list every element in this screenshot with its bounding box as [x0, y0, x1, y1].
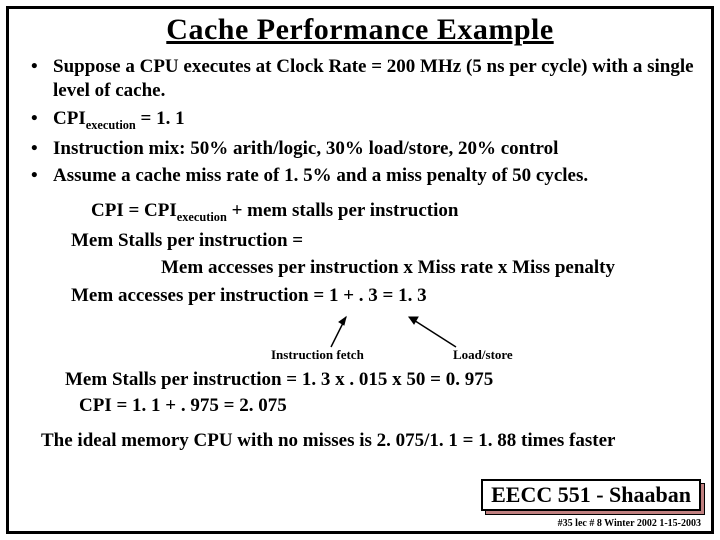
math-line-1b: + mem stalls per instruction	[227, 200, 459, 221]
math-line-4: Mem accesses per instruction = 1 + . 3 =…	[71, 283, 697, 309]
footer-box: EECC 551 - Shaaban	[481, 479, 701, 511]
bullet-1: Suppose a CPU executes at Clock Rate = 2…	[53, 55, 697, 103]
math-block: CPI = CPIexecution + mem stalls per inst…	[71, 198, 697, 308]
bullet-2-text-a: CPI	[53, 108, 86, 129]
bottom-math: Mem Stalls per instruction = 1. 3 x . 01…	[65, 367, 697, 420]
conclusion: The ideal memory CPU with no misses is 2…	[41, 430, 697, 452]
bullet-2-text-b: = 1. 1	[136, 108, 185, 129]
label-load-store: Load/store	[453, 347, 513, 363]
arrows-diagram: Instruction fetch Load/store	[71, 311, 697, 371]
math-line-1-sub: execution	[177, 210, 227, 224]
bullet-4: Assume a cache miss rate of 1. 5% and a …	[53, 164, 697, 188]
arrow-ifetch	[311, 311, 351, 351]
arrow-loadstore	[401, 311, 461, 351]
slide-frame: Cache Performance Example Suppose a CPU …	[6, 6, 714, 534]
bullet-3: Instruction mix: 50% arith/logic, 30% lo…	[53, 137, 697, 161]
bullet-2-sub: execution	[86, 117, 136, 131]
math-line-1: CPI = CPIexecution + mem stalls per inst…	[91, 198, 697, 225]
label-instruction-fetch: Instruction fetch	[271, 347, 364, 363]
slide-title: Cache Performance Example	[23, 13, 697, 47]
bottom-line-2: CPI = 1. 1 + . 975 = 2. 075	[79, 393, 697, 420]
footer-course: EECC 551 - Shaaban	[481, 479, 701, 511]
math-line-3: Mem accesses per instruction x Miss rate…	[161, 255, 697, 281]
bullet-list: Suppose a CPU executes at Clock Rate = 2…	[23, 55, 697, 188]
bullet-2: CPIexecution = 1. 1	[53, 107, 697, 133]
math-line-1a: CPI = CPI	[91, 200, 177, 221]
footer-meta: #35 lec # 8 Winter 2002 1-15-2003	[558, 518, 701, 529]
math-line-2: Mem Stalls per instruction =	[71, 228, 697, 254]
